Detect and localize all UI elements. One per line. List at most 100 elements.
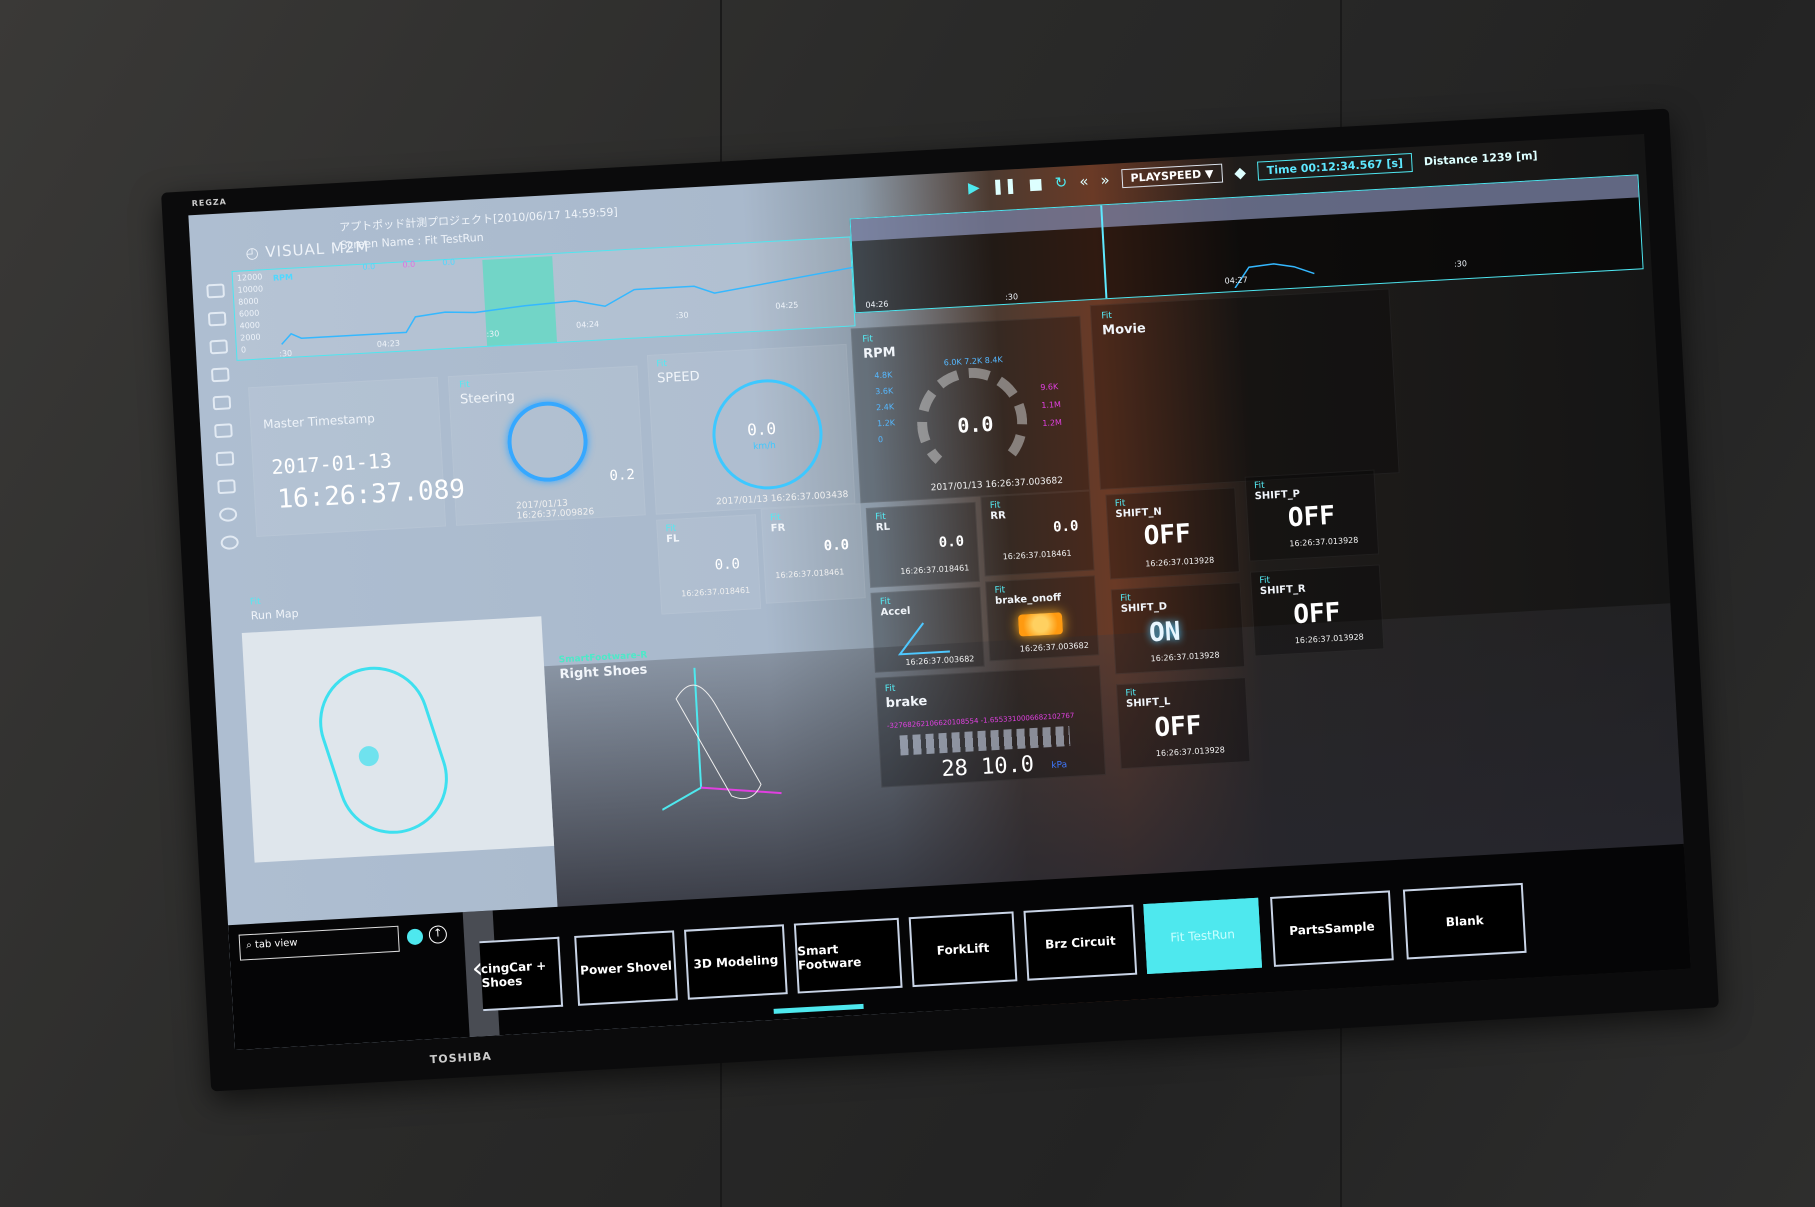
timeline-series-line <box>281 266 854 345</box>
fl-value: 0.0 <box>714 556 741 574</box>
brake-value: 28 10.0 <box>940 752 1035 783</box>
app-screen: ◴ VISUAL M2M アプトポッド計測プロジェクト[2010/06/17 1… <box>188 133 1691 1051</box>
screen-name: Screen Name : Fit TestRun <box>339 230 485 252</box>
widget-source: Fit <box>1253 480 1265 492</box>
widget-title: RL <box>875 521 891 534</box>
run-map[interactable] <box>241 616 555 863</box>
tab-racingcar-shoes[interactable]: cingCar + Shoes <box>479 936 564 1012</box>
gauge-tick: 1.2K <box>876 418 896 429</box>
search-placeholder: tab view <box>254 937 298 951</box>
play-icon[interactable]: ▶ <box>968 178 981 197</box>
fast-forward-icon[interactable]: » <box>1100 170 1110 188</box>
x-tick: 04:25 <box>775 300 799 311</box>
tab-smart-footware[interactable]: Smart Footware <box>793 917 903 994</box>
tab-power-shovel[interactable]: Power Shovel <box>574 930 678 1006</box>
steering-widget: Fit Steering 0.2 2017/01/13 16:26:37.009… <box>447 365 646 526</box>
gauge-tick: 4.8K <box>874 370 893 381</box>
movie-widget[interactable]: Fit Movie <box>1089 288 1400 490</box>
stop-icon[interactable]: ■ <box>1028 174 1043 193</box>
tab-fit-testrun[interactable]: Fit TestRun <box>1143 897 1263 975</box>
gauge-icon[interactable] <box>210 367 230 383</box>
x-tick: 04:27 <box>1224 275 1248 286</box>
user-icon[interactable] <box>218 507 238 523</box>
rewind-icon[interactable]: « <box>1079 172 1089 190</box>
tv-monitor: REGZA TOSHIBA ◴ VISUAL M2M アプトポッド計測プロジェク… <box>161 108 1719 1092</box>
y-tick: 10000 <box>237 284 264 295</box>
cloud-icon[interactable] <box>217 479 236 495</box>
speed-unit: km/h <box>752 440 777 453</box>
cast-icon[interactable] <box>212 395 232 411</box>
shift-d-value: ON <box>1148 616 1182 649</box>
legend-value: 0.0 <box>362 262 376 272</box>
timestamp: 16:26:37.018461 <box>1002 548 1072 562</box>
tab-3d-modeling[interactable]: 3D Modeling <box>684 924 788 1000</box>
timestamp: 2017/01/13 16:26:37.009826 <box>515 498 595 522</box>
widget-source: Fit <box>249 596 261 608</box>
x-tick: :30 <box>278 348 293 359</box>
sliders-icon[interactable] <box>209 339 229 355</box>
add-tab-icon[interactable] <box>406 928 424 946</box>
tab-search-input[interactable]: ⌕ tab view <box>238 925 400 961</box>
fr-value: 0.0 <box>823 537 850 555</box>
fr-widget: Fit FR 0.0 16:26:37.018461 <box>760 503 866 604</box>
timestamp: 16:26:37.018461 <box>900 563 970 577</box>
master-timestamp-widget: Master Timestamp 2017-01-13 16:26:37.089 <box>248 376 466 538</box>
shift-p-value: OFF <box>1287 500 1336 534</box>
tab-scrollbar[interactable] <box>773 1003 864 1014</box>
brake-widget: Fit brake -32768262106620108554 -1.65533… <box>875 665 1107 788</box>
widget-source: Fit <box>656 358 668 370</box>
steering-value: 0.2 <box>609 466 636 485</box>
widget-title: SHIFT_N <box>1115 506 1163 521</box>
tab-partssample[interactable]: PartsSample <box>1270 890 1394 967</box>
timestamp: 16:26:37.018461 <box>681 585 751 599</box>
timestamp: 16:26:37.013928 <box>1155 745 1226 759</box>
eraser-icon[interactable]: ◆ <box>1234 163 1247 182</box>
shift-r-widget: Fit SHIFT_R OFF 16:26:37.013928 <box>1249 564 1385 657</box>
playspeed-label: PLAYSPEED <box>1130 167 1202 185</box>
save-icon[interactable] <box>215 451 235 467</box>
shift-n-value: OFF <box>1142 518 1192 552</box>
distance-readout: Distance 1239 [m] <box>1423 148 1538 169</box>
shoe-3d-model <box>661 667 782 811</box>
network-icon[interactable] <box>214 423 233 439</box>
rpm-ticks-left: 4.8K 3.6K 2.4K 1.2K 0 <box>874 367 896 448</box>
timestamp: 16:26:37.013928 <box>1289 535 1359 549</box>
gauge-tick: 0 <box>877 434 884 445</box>
tab-brz-circuit[interactable]: Brz Circuit <box>1023 904 1138 981</box>
x-tick: :30 <box>1004 292 1019 302</box>
widget-title: FR <box>770 522 786 535</box>
expand-icon[interactable] <box>206 283 225 299</box>
playspeed-dropdown[interactable]: PLAYSPEED ▼ <box>1121 163 1223 189</box>
widget-title: Movie <box>1101 321 1147 339</box>
widget-source: Fit <box>879 596 891 608</box>
widget-source: Fit <box>458 379 471 391</box>
widget-title: RPM <box>862 345 897 362</box>
speed-widget: Fit SPEED 0.0 km/h 2017/01/13 16:26:37.0… <box>646 343 856 515</box>
tab-forklift[interactable]: ForkLift <box>908 911 1018 988</box>
rpm-value: 0.0 <box>956 411 995 438</box>
gauge-tick: 6.0K <box>943 357 962 368</box>
steering-wheel-icon <box>505 399 590 484</box>
legend-value: 0.0 <box>442 257 456 268</box>
shift-l-widget: Fit SHIFT_L OFF 16:26:37.013928 <box>1115 677 1251 770</box>
y-tick: 12000 <box>236 272 263 283</box>
timestamp: 16:26:37.013928 <box>1145 555 1215 569</box>
gear-icon[interactable] <box>220 535 240 551</box>
repeat-icon[interactable]: ↻ <box>1054 173 1068 192</box>
widget-source: Fit <box>1114 498 1126 510</box>
timestamp: 16:26:37.003682 <box>1019 640 1090 654</box>
folder-icon[interactable] <box>207 311 227 327</box>
gauge-tick: 3.6K <box>875 386 894 397</box>
rl-value: 0.0 <box>938 533 965 551</box>
widget-source: Fit <box>994 585 1006 596</box>
x-tick: 04:26 <box>865 299 889 310</box>
rr-value: 0.0 <box>1052 518 1079 536</box>
shift-d-widget: Fit SHIFT_D ON 16:26:37.013928 <box>1110 582 1246 675</box>
pause-icon[interactable]: ❚❚ <box>991 176 1017 195</box>
widget-title: Run Map <box>250 606 299 623</box>
shift-n-widget: Fit SHIFT_N OFF 16:26:37.013928 <box>1105 487 1240 580</box>
upload-icon[interactable]: ↑ <box>428 925 448 945</box>
widget-source: Fit <box>1259 575 1271 587</box>
tab-blank[interactable]: Blank <box>1402 882 1527 960</box>
timestamp: 16:26:37.018461 <box>775 567 845 581</box>
